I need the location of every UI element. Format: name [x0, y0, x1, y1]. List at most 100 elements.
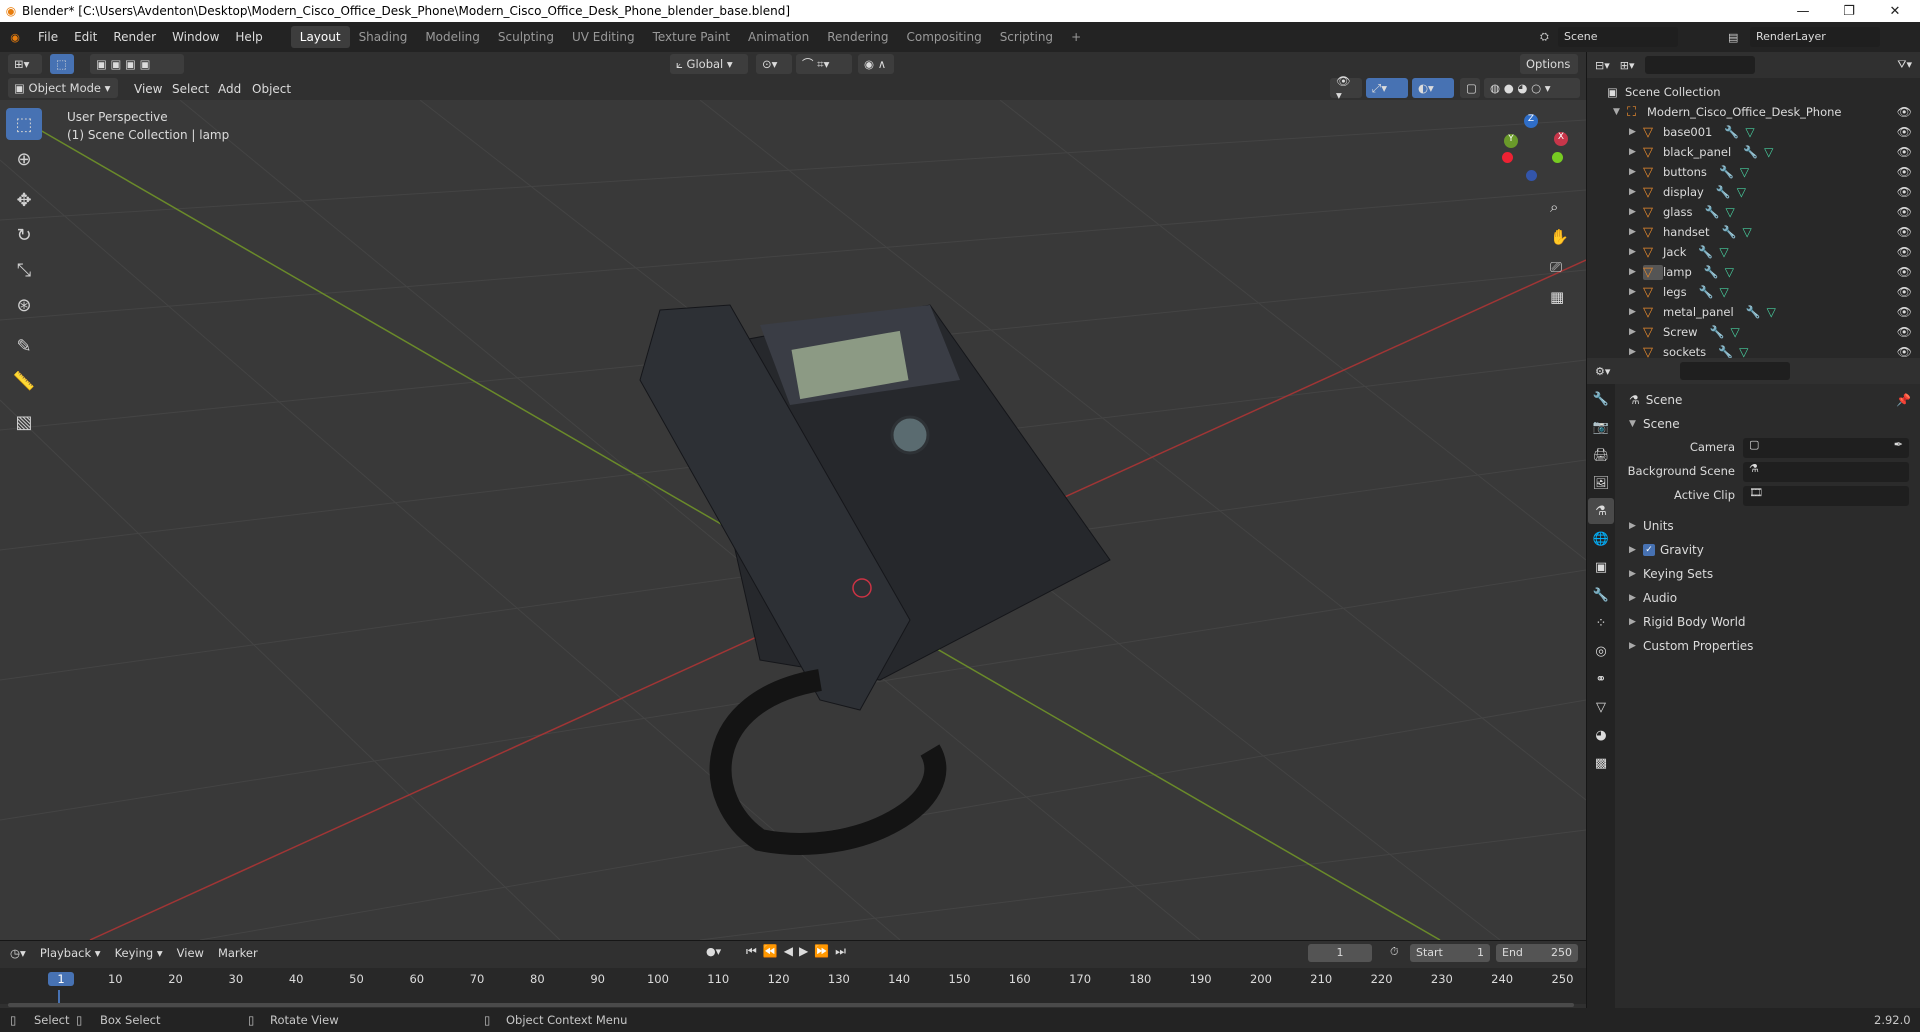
pin-icon[interactable]: 📌	[1896, 393, 1911, 407]
modifier-wrench-icon[interactable]: 🔧	[1698, 245, 1713, 259]
modifier-wrench-icon[interactable]: 🔧	[1716, 185, 1731, 199]
collapse-icon[interactable]: ▼	[1613, 107, 1627, 117]
output-tab-icon[interactable]: 🖨	[1588, 442, 1614, 468]
outliner-search-input[interactable]	[1644, 56, 1755, 74]
expand-icon[interactable]: ▶	[1629, 267, 1643, 277]
expand-icon[interactable]: ▶	[1629, 247, 1643, 257]
modifier-wrench-icon[interactable]: 🔧	[1743, 145, 1758, 159]
outliner-collection[interactable]: ▼ ⛶ Modern_Cisco_Office_Desk_Phone 👁	[1587, 102, 1920, 122]
editor-type-button[interactable]: ⊞▾	[8, 54, 42, 74]
add-workspace-button[interactable]: +	[1062, 26, 1090, 48]
mesh-data-icon[interactable]: ▽	[1742, 225, 1751, 239]
expand-icon[interactable]: ▶	[1629, 207, 1643, 217]
panel-audio[interactable]: ▶ Audio	[1621, 586, 1917, 610]
modifier-wrench-icon[interactable]: 🔧	[1710, 325, 1725, 339]
scene-selector[interactable]: Scene	[1558, 27, 1678, 47]
outliner-item-buttons[interactable]: ▶ ▽ buttons 🔧 ▽ 👁	[1587, 162, 1920, 182]
gizmo-neg-z-icon[interactable]	[1526, 170, 1537, 181]
menu-window[interactable]: Window	[164, 30, 227, 44]
background-scene-field[interactable]: ⚗	[1743, 462, 1909, 482]
tab-layout[interactable]: Layout	[290, 26, 350, 48]
mesh-data-icon[interactable]: ▽	[1720, 285, 1729, 299]
xray-icon[interactable]: ▢	[1460, 78, 1480, 98]
tab-compositing[interactable]: Compositing	[897, 26, 990, 48]
gizmo-x-icon[interactable]: X	[1554, 132, 1568, 146]
ortho-grid-icon[interactable]: ▦	[1550, 288, 1564, 306]
outliner-item-black_panel[interactable]: ▶ ▽ black_panel 🔧 ▽ 👁	[1587, 142, 1920, 162]
scene-tab-icon[interactable]: ⚗	[1588, 498, 1614, 524]
proportional-edit-icon[interactable]: ◉ ∧	[858, 54, 894, 74]
menu-timeline-view[interactable]: View	[177, 946, 204, 960]
outliner-editor-type-icon[interactable]: ⊟▾	[1595, 59, 1610, 72]
menu-help[interactable]: Help	[227, 30, 270, 44]
filter-icon[interactable]: ⛛▾	[1897, 58, 1912, 72]
outliner-item-lamp[interactable]: ▶ ▽ lamp 🔧 ▽ 👁	[1587, 262, 1920, 282]
material-tab-icon[interactable]: ◕	[1588, 722, 1614, 748]
mesh-data-icon[interactable]: ▽	[1725, 205, 1734, 219]
select-tool-icon[interactable]: ⬚	[50, 54, 74, 74]
outliner-item-display[interactable]: ▶ ▽ display 🔧 ▽ 👁	[1587, 182, 1920, 202]
expand-icon[interactable]: ▶	[1629, 147, 1643, 157]
camera-view-icon[interactable]: ⎚	[1550, 258, 1562, 276]
visibility-eye-icon[interactable]: 👁	[1897, 185, 1912, 199]
render-layer-selector[interactable]: RenderLayer	[1750, 27, 1880, 47]
minimize-button[interactable]: —	[1780, 0, 1826, 22]
gizmo-y-icon[interactable]: Y	[1504, 134, 1518, 148]
pan-hand-icon[interactable]: ✋	[1550, 228, 1569, 246]
options-button[interactable]: Options	[1520, 54, 1578, 74]
mesh-data-icon[interactable]: ▽	[1731, 325, 1740, 339]
visibility-eye-icon[interactable]: 👁	[1897, 245, 1912, 259]
scene-section-header[interactable]: ▼ Scene	[1621, 412, 1917, 436]
expand-icon[interactable]: ▶	[1629, 307, 1643, 317]
pivot-icon[interactable]: ⊙▾	[756, 54, 792, 74]
move-tool-icon[interactable]: ✥	[6, 184, 42, 216]
mesh-data-icon[interactable]: ▽	[1737, 185, 1746, 199]
mesh-data-icon[interactable]: ▽	[1767, 305, 1776, 319]
outliner-item-handset[interactable]: ▶ ▽ handset 🔧 ▽ 👁	[1587, 222, 1920, 242]
modifier-wrench-icon[interactable]: 🔧	[1746, 305, 1761, 319]
menu-object[interactable]: Object	[252, 82, 291, 96]
outliner-item-legs[interactable]: ▶ ▽ legs 🔧 ▽ 👁	[1587, 282, 1920, 302]
modifier-wrench-icon[interactable]: 🔧	[1719, 165, 1734, 179]
clock-icon[interactable]: ⏱	[1390, 945, 1399, 959]
tab-scripting[interactable]: Scripting	[991, 26, 1062, 48]
properties-search-input[interactable]	[1680, 362, 1791, 380]
annotate-tool-icon[interactable]: ✎	[6, 330, 42, 362]
tab-sculpting[interactable]: Sculpting	[489, 26, 563, 48]
mesh-data-icon[interactable]: ▽	[1745, 125, 1754, 139]
tab-uv-editing[interactable]: UV Editing	[563, 26, 644, 48]
start-frame-field[interactable]: Start 1	[1410, 944, 1490, 962]
constraints-tab-icon[interactable]: ⚭	[1588, 666, 1614, 692]
expand-icon[interactable]: ▶	[1629, 127, 1643, 137]
gizmo-neg-y-icon[interactable]	[1552, 152, 1563, 163]
texture-tab-icon[interactable]: ▩	[1588, 750, 1614, 776]
shading-modes[interactable]: ◍ ● ◕ ○ ▾	[1484, 78, 1580, 98]
maximize-button[interactable]: ❐	[1826, 0, 1872, 22]
visibility-eye-icon[interactable]: 👁	[1897, 165, 1912, 179]
visibility-eye-icon[interactable]: 👁	[1897, 205, 1912, 219]
visibility-eye-icon[interactable]: 👁	[1897, 305, 1912, 319]
modifier-wrench-icon[interactable]: 🔧	[1705, 205, 1720, 219]
visibility-eye-icon[interactable]: 👁	[1897, 105, 1912, 119]
modifier-wrench-icon[interactable]: 🔧	[1722, 225, 1737, 239]
data-tab-icon[interactable]: ▽	[1588, 694, 1614, 720]
modifier-tab-icon[interactable]: 🔧	[1588, 582, 1614, 608]
tab-animation[interactable]: Animation	[739, 26, 818, 48]
menu-add[interactable]: Add	[218, 82, 241, 96]
rotate-tool-icon[interactable]: ↻	[6, 219, 42, 251]
tab-shading[interactable]: Shading	[350, 26, 417, 48]
blender-menu-icon[interactable]: ◉	[0, 31, 30, 44]
visibility-eye-icon[interactable]: 👁	[1897, 145, 1912, 159]
panel-rigid-body-world[interactable]: ▶ Rigid Body World	[1621, 610, 1917, 634]
expand-icon[interactable]: ▶	[1629, 227, 1643, 237]
visibility-eye-icon[interactable]: 👁	[1897, 345, 1912, 359]
timeline-editor-type-icon[interactable]: ◷▾	[10, 946, 26, 960]
mesh-data-icon[interactable]: ▽	[1719, 245, 1728, 259]
object-tab-icon[interactable]: ▣	[1588, 554, 1614, 580]
measure-tool-icon[interactable]: 📏	[6, 365, 42, 397]
gizmo-icon[interactable]: ⤢▾	[1366, 78, 1408, 98]
panel-gravity[interactable]: ▶ ✓ Gravity	[1621, 538, 1917, 562]
expand-icon[interactable]: ▶	[1629, 327, 1643, 337]
transform-tool-icon[interactable]: ⊛	[6, 289, 42, 321]
expand-icon[interactable]: ▶	[1629, 167, 1643, 177]
